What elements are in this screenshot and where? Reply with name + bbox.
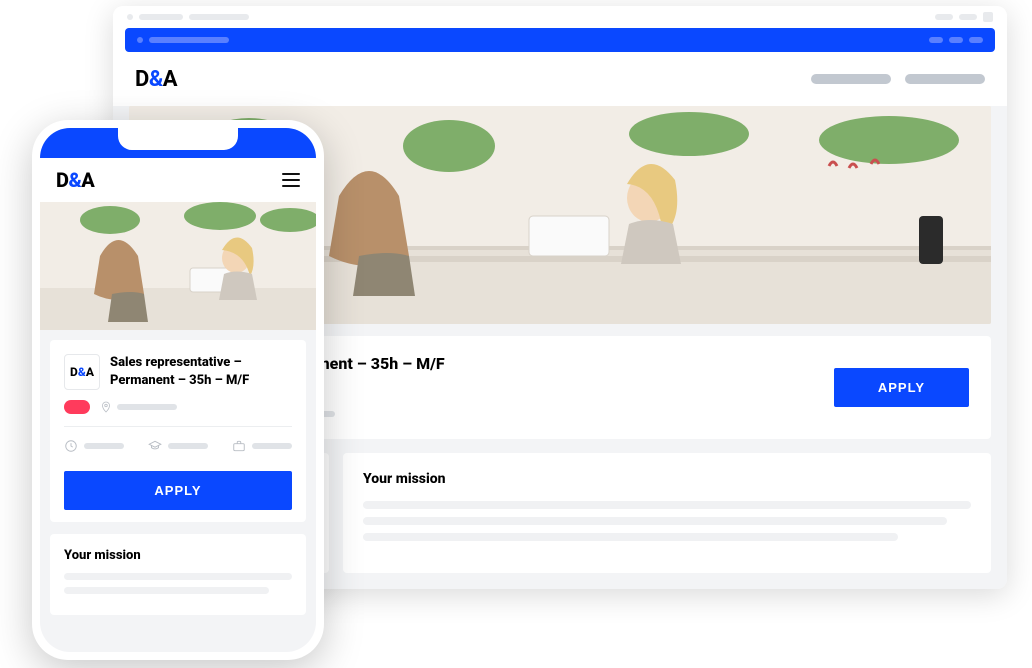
text-placeholder [363,533,898,541]
text-placeholder [64,573,292,580]
logo-d: D [56,168,68,192]
browser-chrome [113,6,1007,28]
meta-education [148,439,208,453]
nav-item[interactable] [811,74,891,84]
chrome-placeholder [935,14,953,20]
chrome-placeholder [139,14,183,20]
phone-mockup: D&A [32,120,324,660]
job-meta-grid [64,439,292,457]
mission-heading: Your mission [363,471,971,487]
status-pill [64,400,90,414]
mission-heading: Your mission [64,548,292,563]
map-pin-icon [100,401,112,413]
mission-card: Your mission [343,453,991,573]
hero-image [40,202,316,330]
text-placeholder [363,517,947,525]
header-nav [811,74,985,84]
apply-button[interactable]: APPLY [834,368,969,407]
text-placeholder [64,587,269,594]
location-meta [100,401,177,413]
logo-amp: & [68,168,81,192]
window-control-icon [983,12,993,22]
briefcase-icon [232,439,246,453]
meta-time [64,439,124,453]
logo-a: A [81,168,94,192]
browser-address-bar [125,28,995,52]
meta-contract [232,439,292,453]
clock-icon [64,439,78,453]
text-placeholder [363,501,971,509]
chrome-placeholder [959,14,977,20]
hamburger-menu-icon[interactable] [282,173,300,187]
logo-d: D [135,67,149,92]
job-title-card: D&A Sales representative – Permanent – 3… [50,340,306,522]
chrome-dot [127,14,133,20]
mobile-page-body: D&A Sales representative – Permanent – 3… [40,330,316,652]
mission-card: Your mission [50,534,306,615]
job-title: Sales representative – Permanent – 35h –… [110,354,292,389]
logo-amp: & [149,67,163,92]
company-badge: D&A [64,354,100,390]
phone-status-bar [40,128,316,158]
brand-logo[interactable]: D&A [135,67,177,92]
site-header: D&A [113,52,1007,106]
brand-logo[interactable]: D&A [56,168,94,192]
mobile-site-header: D&A [40,158,316,202]
nav-item[interactable] [905,74,985,84]
phone-notch [118,128,238,150]
logo-a: A [163,67,177,92]
job-tag-row [64,400,292,427]
graduation-cap-icon [148,439,162,453]
apply-button[interactable]: APPLY [64,471,292,510]
chrome-placeholder [189,14,249,20]
